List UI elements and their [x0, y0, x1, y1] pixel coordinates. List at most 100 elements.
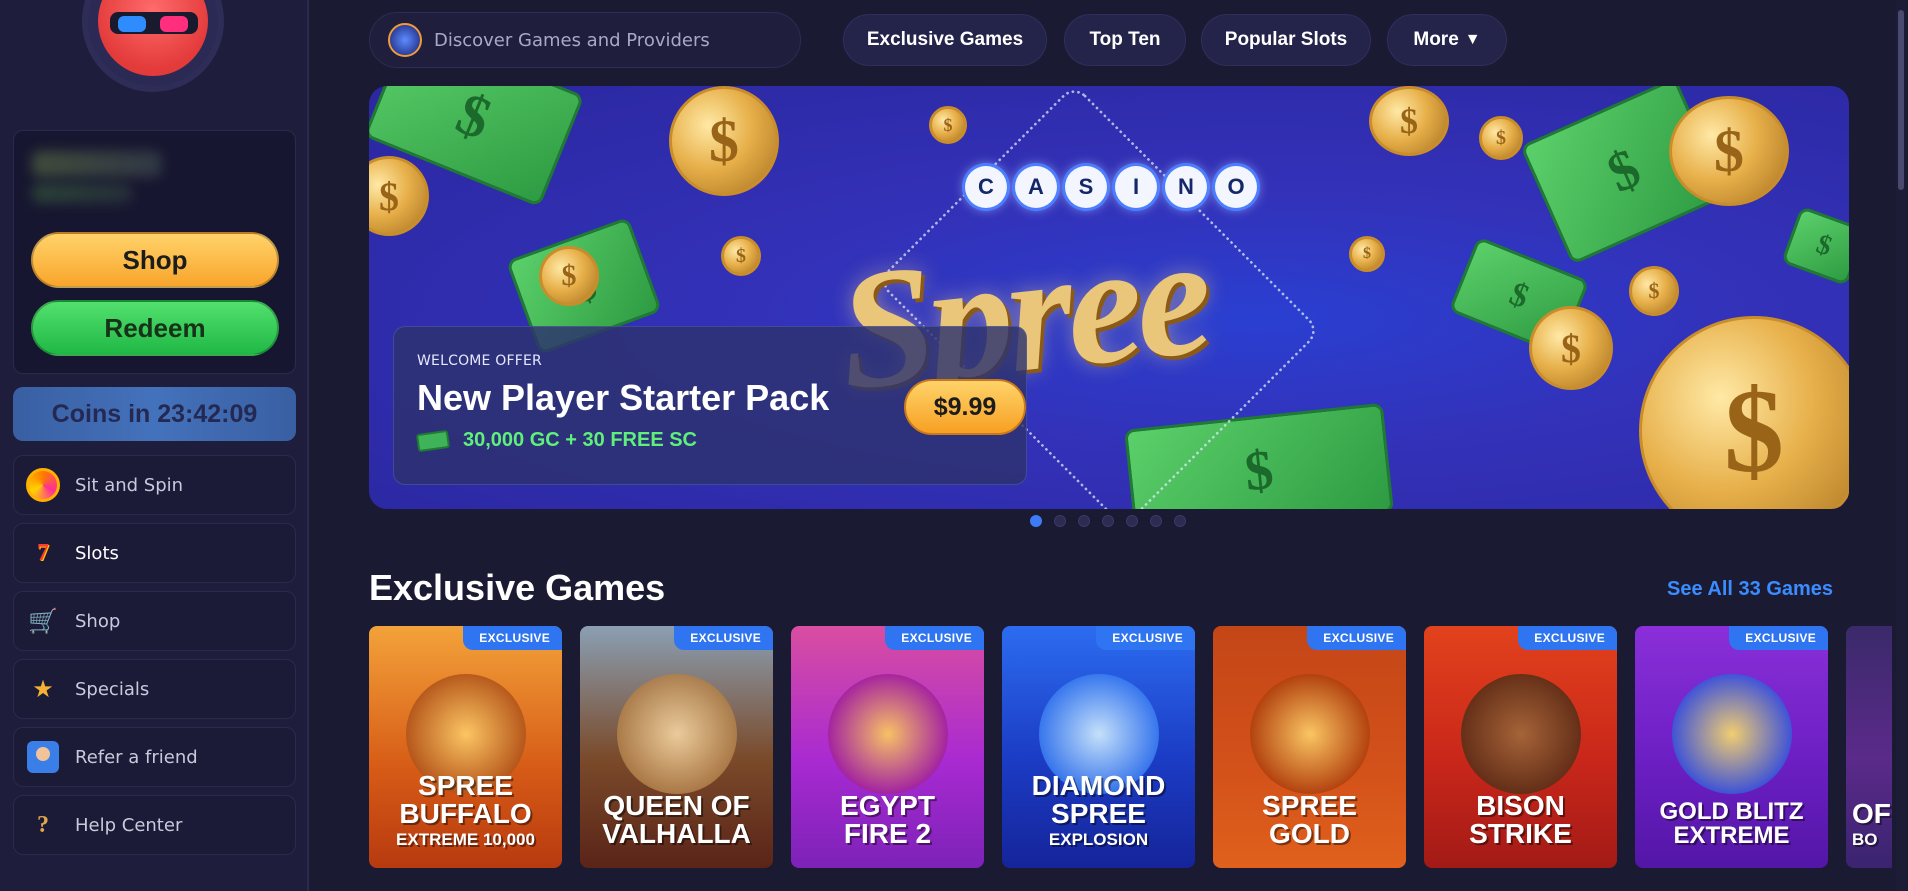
redeem-button[interactable]: Redeem: [31, 300, 279, 356]
exclusive-badge: EXCLUSIVE: [674, 626, 773, 650]
tab-more[interactable]: More ▼: [1387, 14, 1507, 66]
gold-coin-graphic: $: [1639, 316, 1849, 509]
section-title-exclusive-games: Exclusive Games: [369, 567, 666, 608]
sidebar: Shop Redeem Coins in 23:42:09 Sit and Sp…: [0, 0, 309, 891]
game-card-spree-buffalo[interactable]: EXCLUSIVE SPREE BUFFALO EXTREME 10,000: [369, 626, 562, 868]
carousel-dot[interactable]: [1150, 515, 1162, 527]
carousel-dots: [1030, 515, 1186, 527]
shopping-cart-icon: 🛒: [28, 607, 58, 635]
game-art: [1671, 674, 1792, 794]
chevron-down-icon: ▼: [1464, 31, 1481, 48]
game-title: DIAMOND SPREE EXPLOSION: [1002, 770, 1195, 849]
gold-coin-graphic: $: [539, 246, 599, 306]
game-title-line: STRIKE: [1469, 818, 1572, 849]
marquee-letter: A: [1015, 166, 1057, 208]
sidebar-item-label: Refer a friend: [75, 746, 198, 768]
sidebar-item-label: Shop: [75, 610, 121, 632]
exclusive-badge: EXCLUSIVE: [1307, 626, 1406, 650]
money-bill-graphic: $: [1780, 205, 1849, 287]
game-title: GOLD BLITZ EXTREME: [1635, 800, 1828, 848]
gold-coin-graphic: $: [669, 86, 779, 196]
game-art: [616, 674, 737, 794]
cash-icon: [415, 429, 451, 452]
tab-exclusive-games[interactable]: Exclusive Games: [843, 14, 1047, 66]
sidebar-item-sit-and-spin[interactable]: Sit and Spin: [13, 455, 296, 515]
game-title-line: BISON: [1476, 790, 1565, 821]
game-title-line: SPREE: [1051, 798, 1146, 829]
search-bar[interactable]: [369, 12, 801, 68]
tab-top-ten[interactable]: Top Ten: [1064, 14, 1186, 66]
avatar-lens-right: [160, 16, 188, 32]
game-card-partial[interactable]: OF BO: [1846, 626, 1892, 868]
game-card-spree-gold[interactable]: EXCLUSIVE SPREE GOLD: [1213, 626, 1406, 868]
game-title-line: EGYPT: [840, 790, 935, 821]
game-title-line: OF: [1852, 798, 1891, 829]
price-button[interactable]: $9.99: [904, 379, 1026, 435]
exclusive-badge: EXCLUSIVE: [463, 626, 562, 650]
game-title-line: EXTREME 10,000: [396, 830, 535, 849]
sidebar-item-label: Slots: [75, 542, 119, 564]
game-card-bison-strike[interactable]: EXCLUSIVE BISON STRIKE: [1424, 626, 1617, 868]
coins-timer[interactable]: Coins in 23:42:09: [13, 387, 296, 441]
carousel-dot[interactable]: [1078, 515, 1090, 527]
blurred-balance: [32, 183, 132, 203]
game-title: QUEEN OF VALHALLA: [580, 792, 773, 848]
game-title: SPREE BUFFALO EXTREME 10,000: [369, 772, 562, 849]
tab-more-label: More: [1413, 29, 1459, 50]
game-title: OF BO: [1852, 798, 1892, 849]
carousel-dot[interactable]: [1054, 515, 1066, 527]
user-avatar[interactable]: [82, 0, 224, 92]
see-all-games-link[interactable]: See All 33 Games: [1667, 578, 1833, 601]
casino-marquee-letters: C A S I N O: [965, 166, 1257, 208]
game-title-line: DIAMOND: [1031, 770, 1166, 801]
exclusive-badge: EXCLUSIVE: [1518, 626, 1617, 650]
game-art: [1249, 674, 1370, 794]
gold-coin-graphic: $: [1349, 236, 1385, 272]
game-title-line: QUEEN OF: [603, 790, 750, 821]
game-title: EGYPT FIRE 2: [791, 792, 984, 848]
game-art: [827, 674, 948, 794]
game-title-line: GOLD BLITZ: [1659, 798, 1804, 825]
refer-friend-icon: [25, 739, 61, 775]
welcome-offer-card[interactable]: WELCOME OFFER New Player Starter Pack 30…: [393, 326, 1027, 485]
carousel-dot[interactable]: [1126, 515, 1138, 527]
blurred-username: [32, 151, 162, 177]
exclusive-badge: EXCLUSIVE: [1729, 626, 1828, 650]
gold-coin-graphic: $: [1369, 86, 1449, 156]
game-art: [1460, 674, 1581, 794]
game-card-gold-blitz-extreme[interactable]: EXCLUSIVE GOLD BLITZ EXTREME: [1635, 626, 1828, 868]
star-medal-icon: ★: [32, 675, 54, 703]
search-input[interactable]: [434, 29, 754, 51]
gold-coin-graphic: $: [1529, 306, 1613, 390]
gold-coin-graphic: $: [721, 236, 761, 276]
gold-coin-graphic: $: [1479, 116, 1523, 160]
sidebar-item-slots[interactable]: 7 Slots: [13, 523, 296, 583]
shop-button[interactable]: Shop: [31, 232, 279, 288]
carousel-dot[interactable]: [1030, 515, 1042, 527]
carousel-dot[interactable]: [1174, 515, 1186, 527]
game-title-line: SPREE: [1262, 790, 1357, 821]
sidebar-item-refer-a-friend[interactable]: Refer a friend: [13, 727, 296, 787]
compass-search-icon: [388, 23, 422, 57]
marquee-letter: O: [1215, 166, 1257, 208]
game-title-line: EXTREME: [1673, 822, 1790, 849]
gold-coin-graphic: $: [369, 156, 429, 236]
marquee-letter: C: [965, 166, 1007, 208]
game-title: BISON STRIKE: [1424, 792, 1617, 848]
game-card-queen-of-valhalla[interactable]: EXCLUSIVE QUEEN OF VALHALLA: [580, 626, 773, 868]
sidebar-item-shop[interactable]: 🛒 Shop: [13, 591, 296, 651]
sidebar-item-specials[interactable]: ★ Specials: [13, 659, 296, 719]
game-card-egypt-fire-2[interactable]: EXCLUSIVE EGYPT FIRE 2: [791, 626, 984, 868]
carousel-dot[interactable]: [1102, 515, 1114, 527]
scrollbar-thumb[interactable]: [1898, 10, 1904, 190]
hero-banner[interactable]: $ $ $ $ $ $ $ $ $ $ $ $ $ $ $ $ $ $ C A …: [369, 86, 1849, 509]
offer-subtitle: 30,000 GC + 30 FREE SC: [415, 429, 697, 452]
offer-title: New Player Starter Pack: [417, 377, 830, 418]
game-title-line: VALHALLA: [602, 818, 751, 849]
page-scrollbar[interactable]: [1896, 0, 1906, 891]
tab-popular-slots[interactable]: Popular Slots: [1201, 14, 1371, 66]
sidebar-item-help-center[interactable]: ? Help Center: [13, 795, 296, 855]
game-card-diamond-spree[interactable]: EXCLUSIVE DIAMOND SPREE EXPLOSION: [1002, 626, 1195, 868]
avatar-lens-left: [118, 16, 146, 32]
gold-coin-graphic: $: [929, 106, 967, 144]
